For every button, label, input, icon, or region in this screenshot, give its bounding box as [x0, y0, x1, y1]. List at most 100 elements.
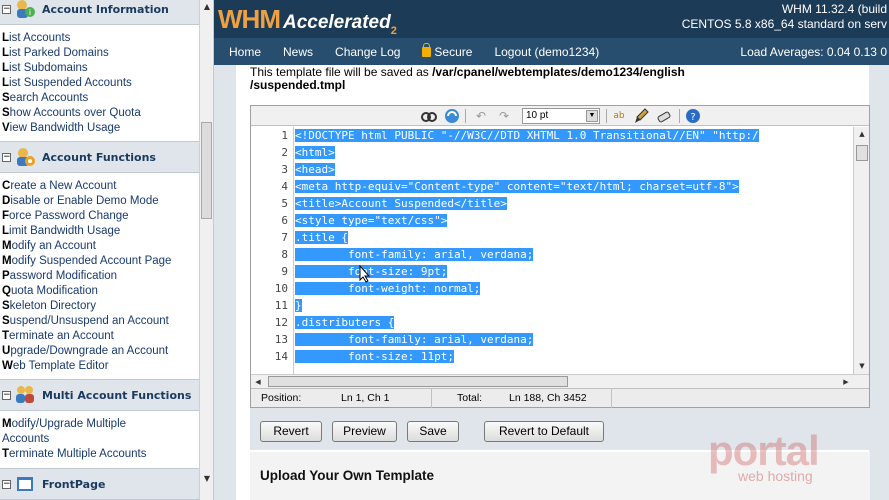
link-force-password-change[interactable]: Force Password Change	[2, 209, 198, 224]
link-quota-modification[interactable]: Quota Modification	[2, 284, 198, 299]
nav-news[interactable]: News	[283, 45, 313, 59]
section-header-account-functions[interactable]: − Account Functions	[0, 141, 199, 173]
scroll-down-icon[interactable]: ▼	[854, 359, 870, 373]
section-title: Multi Account Functions	[42, 388, 192, 402]
link-modify-upgrade-multiple[interactable]: Modify/Upgrade Multiple	[2, 417, 198, 432]
link-web-template-editor[interactable]: Web Template Editor	[2, 359, 198, 374]
dropdown-arrow-icon[interactable]: ▼	[586, 110, 598, 122]
line-number: 6	[281, 214, 288, 227]
code-line[interactable]: <html>	[295, 144, 853, 161]
account-functions-links: Create a New Account Disable or Enable D…	[2, 179, 198, 374]
scroll-right-icon[interactable]: ▶	[839, 375, 853, 389]
collapse-toggle-icon[interactable]: −	[2, 390, 11, 400]
scrollbar-thumb[interactable]	[201, 122, 212, 219]
link-password-modification[interactable]: Password Modification	[2, 269, 198, 284]
code-line[interactable]: }	[295, 297, 853, 314]
help-icon[interactable]: ?	[685, 108, 701, 124]
section-title: FrontPage	[42, 477, 106, 491]
mouse-cursor-icon	[359, 264, 371, 286]
save-path-note: This template file will be saved as /var…	[250, 65, 685, 79]
svg-text:?: ?	[690, 112, 695, 123]
link-search-accounts[interactable]: Search Accounts	[2, 91, 198, 106]
link-modify-account[interactable]: Modify an Account	[2, 239, 198, 254]
scroll-left-icon[interactable]: ◀	[251, 375, 265, 389]
link-terminate-multiple-accounts[interactable]: Terminate Multiple Accounts	[2, 447, 198, 462]
code-line[interactable]: <head>	[295, 161, 853, 178]
link-list-subdomains[interactable]: List Subdomains	[2, 61, 198, 76]
undo-icon[interactable]: ↶	[473, 108, 489, 124]
link-list-accounts[interactable]: List Accounts	[2, 31, 198, 46]
code-line[interactable]: <title>Account Suspended</title>	[295, 195, 853, 212]
code-line[interactable]: font-family: arial, verdana;	[295, 331, 853, 348]
scroll-down-icon[interactable]: ▼	[200, 472, 213, 486]
section-header-frontpage[interactable]: − FrontPage	[0, 468, 199, 500]
code-text-area[interactable]: <!DOCTYPE html PUBLIC "-//W3C//DTD XHTML…	[295, 127, 853, 374]
link-create-new-account[interactable]: Create a New Account	[2, 179, 198, 194]
link-disable-enable-demo-mode[interactable]: Disable or Enable Demo Mode	[2, 194, 198, 209]
collapse-toggle-icon[interactable]: −	[2, 152, 11, 162]
line-number: 10	[274, 282, 288, 295]
link-terminate-account[interactable]: Terminate an Account	[2, 329, 198, 344]
upload-template-heading: Upload Your Own Template	[260, 468, 435, 483]
nav-secure[interactable]: Secure	[422, 42, 472, 59]
line-number: 11	[274, 299, 288, 312]
whm-logo[interactable]: WHM Accelerated2	[218, 4, 397, 37]
syntax-highlight-icon[interactable]: ab	[611, 108, 627, 124]
section-header-multi-account-functions[interactable]: − Multi Account Functions	[0, 379, 199, 411]
position-label: Position:	[261, 392, 302, 404]
code-line[interactable]: .title {	[295, 229, 853, 246]
link-view-bandwidth-usage[interactable]: View Bandwidth Usage	[2, 121, 198, 136]
eraser-icon[interactable]	[656, 108, 672, 124]
link-upgrade-downgrade-account[interactable]: Upgrade/Downgrade an Account	[2, 344, 198, 359]
nav-logout[interactable]: Logout (demo1234)	[494, 45, 599, 59]
scrollbar-thumb[interactable]	[268, 376, 568, 387]
editor-horizontal-scrollbar[interactable]: ◀ ▶	[251, 374, 869, 388]
editor-vertical-scrollbar[interactable]: ▲ ▼	[853, 127, 869, 374]
multi-account-links: Modify/Upgrade Multiple Accounts Termina…	[2, 417, 198, 462]
load-averages: Load Averages: 0.04 0.13 0	[740, 45, 887, 59]
font-size-select[interactable]: 10 pt ▼	[522, 108, 600, 124]
brush-icon[interactable]	[633, 108, 649, 124]
link-list-suspended-accounts[interactable]: List Suspended Accounts	[2, 76, 198, 91]
code-line[interactable]: <!DOCTYPE html PUBLIC "-//W3C//DTD XHTML…	[295, 127, 853, 144]
code-line[interactable]: font-size: 11pt;	[295, 348, 853, 365]
revert-button[interactable]: Revert	[260, 421, 322, 442]
replace-icon[interactable]	[444, 108, 460, 124]
code-editor[interactable]: ↶ ↷ 10 pt ▼ ab ? 1 2 3 4 5 6 7 8 9 10 11…	[250, 105, 870, 408]
scrollbar-thumb[interactable]	[856, 145, 868, 161]
find-icon[interactable]	[421, 108, 437, 124]
link-show-accounts-over-quota[interactable]: Show Accounts over Quota	[2, 106, 198, 121]
line-number: 2	[281, 146, 288, 159]
code-line[interactable]: font-size: 9pt;	[295, 263, 853, 280]
code-line[interactable]: font-family: arial, verdana;	[295, 246, 853, 263]
nav-changelog[interactable]: Change Log	[335, 45, 400, 59]
nav-home[interactable]: Home	[229, 45, 261, 59]
link-suspend-unsuspend-account[interactable]: Suspend/Unsuspend an Account	[2, 314, 198, 329]
toolbar-separator	[465, 109, 466, 123]
line-number: 4	[281, 180, 288, 193]
preview-button[interactable]: Preview	[332, 421, 397, 442]
link-skeleton-directory[interactable]: Skeleton Directory	[2, 299, 198, 314]
account-functions-icon	[14, 146, 36, 168]
link-limit-bandwidth-usage[interactable]: Limit Bandwidth Usage	[2, 224, 198, 239]
code-line[interactable]: <meta http-equiv="Content-type" content=…	[295, 178, 853, 195]
line-number: 3	[281, 163, 288, 176]
code-line[interactable]: <style type="text/css">	[295, 212, 853, 229]
code-line[interactable]: .distributers {	[295, 314, 853, 331]
toolbar-separator	[679, 109, 680, 123]
section-header-account-information[interactable]: − i Account Information	[0, 0, 199, 25]
scroll-up-icon[interactable]: ▲	[200, 0, 213, 14]
collapse-toggle-icon[interactable]: −	[2, 4, 11, 14]
redo-icon[interactable]: ↷	[496, 108, 512, 124]
revert-to-default-button[interactable]: Revert to Default	[484, 421, 604, 442]
sidebar-scrollbar[interactable]: ▲ ▼	[199, 0, 213, 500]
server-info: CENTOS 5.8 x86_64 standard on serv	[681, 17, 887, 31]
save-button[interactable]: Save	[407, 421, 459, 442]
link-modify-suspended-account-page[interactable]: Modify Suspended Account Page	[2, 254, 198, 269]
code-line[interactable]: font-weight: normal;	[295, 280, 853, 297]
link-modify-upgrade-multiple-cont[interactable]: Accounts	[2, 432, 198, 447]
link-list-parked-domains[interactable]: List Parked Domains	[2, 46, 198, 61]
scroll-up-icon[interactable]: ▲	[854, 127, 870, 141]
collapse-toggle-icon[interactable]: −	[2, 479, 11, 489]
top-header: WHM Accelerated2 WHM 11.32.4 (build CENTO…	[214, 0, 889, 38]
